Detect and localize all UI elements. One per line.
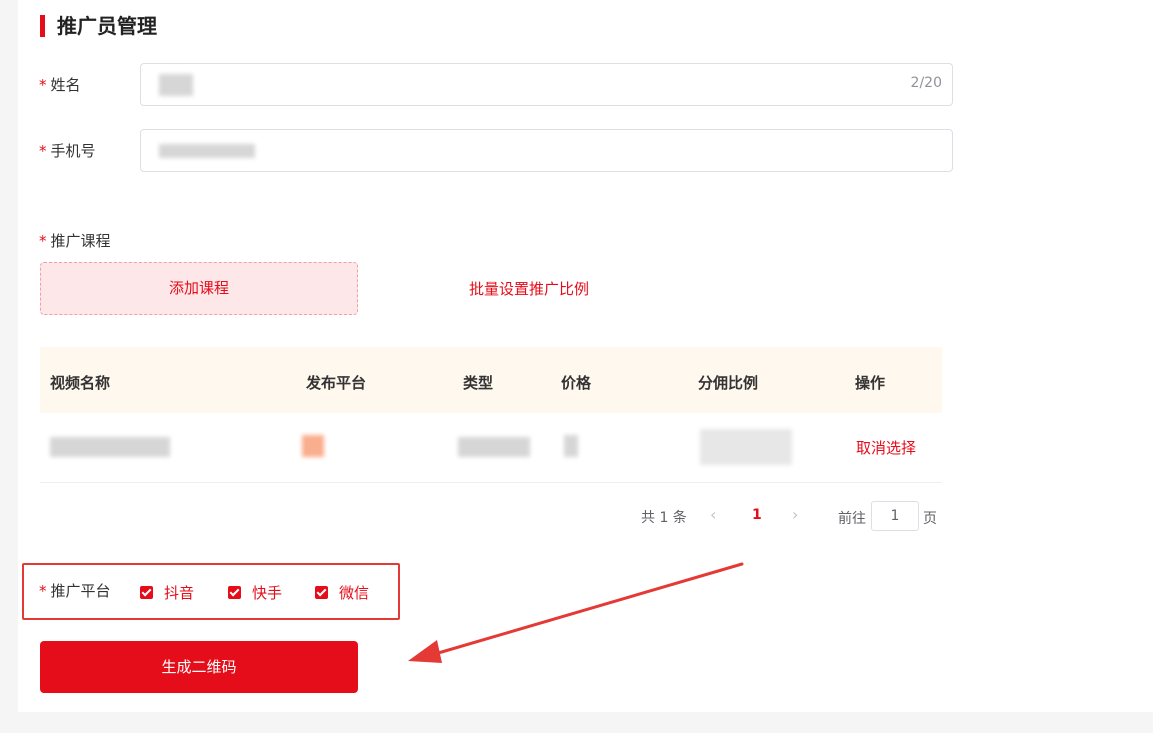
redacted-name (159, 74, 193, 96)
th-commission: 分佣比例 (698, 374, 759, 392)
commission-ratio-input[interactable] (700, 429, 792, 465)
checkbox-checked-icon[interactable] (228, 586, 241, 599)
add-course-button[interactable]: 添加课程 (40, 262, 358, 315)
checkbox-douyin-label: 抖音 (164, 584, 195, 602)
phone-label-text: 手机号 (50, 142, 96, 160)
platform-label-text: 推广平台 (50, 582, 111, 600)
cancel-select-link[interactable]: 取消选择 (856, 437, 916, 458)
name-input[interactable]: 2/20 (140, 63, 953, 106)
pagination-goto-input[interactable]: 1 (871, 501, 919, 531)
checkbox-wechat[interactable]: 微信 (315, 582, 369, 603)
chevron-left-icon[interactable]: ‹ (710, 505, 716, 524)
checkbox-checked-icon[interactable] (140, 586, 153, 599)
generate-qrcode-button[interactable]: 生成二维码 (40, 641, 358, 693)
th-action: 操作 (855, 374, 886, 392)
name-label: * 姓名 (39, 75, 81, 95)
checkbox-checked-icon[interactable] (315, 586, 328, 599)
checkbox-douyin[interactable]: 抖音 (140, 582, 194, 603)
name-char-counter: 2/20 (910, 75, 942, 91)
redacted-type (458, 437, 530, 457)
table-header: 视频名称 发布平台 类型 价格 分佣比例 操作 (40, 347, 942, 413)
batch-set-ratio-link[interactable]: 批量设置推广比例 (469, 278, 589, 299)
checkbox-kuaishou[interactable]: 快手 (228, 582, 282, 603)
checkbox-wechat-label: 微信 (339, 584, 370, 602)
title-accent-bar (40, 15, 45, 37)
course-label-text: 推广课程 (50, 232, 111, 250)
required-mark: * (39, 142, 47, 160)
name-label-text: 姓名 (50, 76, 81, 94)
pagination-goto-label: 前往 (838, 511, 866, 527)
th-video-name: 视频名称 (50, 374, 111, 392)
required-mark: * (39, 232, 47, 250)
chevron-right-icon[interactable]: › (792, 505, 798, 524)
required-mark: * (39, 582, 47, 600)
page-title: 推广员管理 (57, 14, 157, 38)
th-price: 价格 (561, 374, 592, 392)
redacted-phone (159, 144, 255, 158)
pagination-page-suffix: 页 (923, 511, 937, 527)
required-mark: * (39, 76, 47, 94)
phone-input[interactable] (140, 129, 953, 172)
th-type: 类型 (463, 374, 494, 392)
redacted-video-name (50, 437, 170, 457)
th-platform: 发布平台 (306, 374, 367, 392)
pagination-total: 共 1 条 (641, 510, 687, 526)
phone-label: * 手机号 (39, 141, 96, 161)
table-row: 取消选择 (40, 413, 942, 483)
checkbox-kuaishou-label: 快手 (252, 584, 283, 602)
pagination-page-1[interactable]: 1 (752, 507, 762, 523)
course-table: 视频名称 发布平台 类型 价格 分佣比例 操作 取消选择 (40, 347, 942, 483)
redacted-price (564, 435, 578, 457)
redacted-platform-icon (302, 435, 324, 457)
course-label: * 推广课程 (39, 231, 111, 251)
platform-label: * 推广平台 (39, 581, 111, 601)
